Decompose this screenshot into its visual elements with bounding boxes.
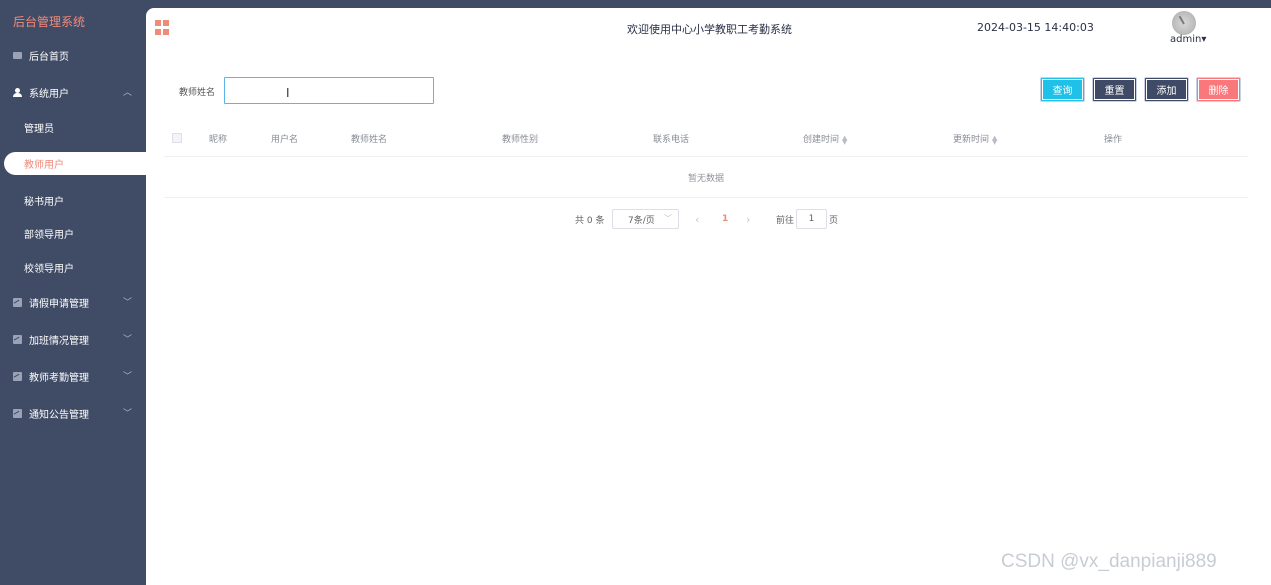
chevron-up-icon: ︿ <box>122 88 132 98</box>
query-button[interactable]: 查询 <box>1040 77 1085 102</box>
user-menu[interactable]: admin▾ <box>1170 34 1206 45</box>
delete-button[interactable]: 删除 <box>1196 77 1241 102</box>
reset-button[interactable]: 重置 <box>1092 77 1137 102</box>
chevron-down-icon: ﹀ <box>122 298 132 308</box>
goto-page-input[interactable] <box>796 209 827 229</box>
column-header: 昵称 <box>209 135 228 145</box>
sidebar-subitem-label: 部领导用户 <box>24 229 74 241</box>
sort-icon[interactable]: ▲ ▼ <box>842 134 847 145</box>
chart-icon <box>13 408 22 418</box>
chart-icon <box>13 371 22 381</box>
prev-page-icon[interactable]: ‹ <box>695 209 699 229</box>
chart-icon <box>13 297 22 307</box>
welcome-text: 欢迎使用中心小学教职工考勤系统 <box>627 23 792 36</box>
sidebar-item-label: 后台首页 <box>29 51 69 63</box>
chevron-down-icon: ﹀ <box>122 409 132 419</box>
sidebar-item-label: 系统用户 <box>29 88 69 100</box>
sidebar: 后台管理系统 后台首页 系统用户 ︿ 管理员 教师用户 秘书用户 部领导用户 校… <box>0 0 146 585</box>
pagination-total: 共 0 条 <box>575 215 605 226</box>
sidebar-subitem-label: 校领导用户 <box>24 263 74 275</box>
column-header-label: 更新时间 <box>953 135 990 145</box>
sidebar-item-attendance[interactable]: 教师考勤管理 ﹀ <box>0 365 146 387</box>
page-size-value: 7条/页 <box>628 215 655 226</box>
search-label: 教师姓名 <box>179 88 216 98</box>
column-header: 教师姓名 <box>351 135 388 145</box>
table-header: 昵称 用户名 教师姓名 教师性别 联系电话 创建时间 ▲ ▼ 更新时间 ▲ ▼ 操作 <box>164 121 1248 157</box>
sort-icon[interactable]: ▲ ▼ <box>992 134 997 145</box>
sidebar-subitem-dept-leader[interactable]: 部领导用户 <box>0 222 146 244</box>
page-number-current[interactable]: 1 <box>722 209 728 229</box>
sidebar-subitem-school-leader[interactable]: 校领导用户 <box>0 256 146 278</box>
username: admin <box>1170 34 1202 45</box>
column-header-sortable[interactable]: 创建时间 ▲ ▼ <box>803 132 847 145</box>
teacher-name-input[interactable] <box>224 77 434 104</box>
sidebar-subitem-label: 教师用户 <box>24 160 64 171</box>
sidebar-item-notice[interactable]: 通知公告管理 ﹀ <box>0 402 146 424</box>
page-size-select[interactable]: 7条/页 ﹀ <box>612 209 679 229</box>
user-icon <box>13 87 22 97</box>
goto-label: 前往 <box>776 215 795 226</box>
column-header: 教师性别 <box>502 135 539 145</box>
datetime: 2024-03-15 14:40:03 <box>977 21 1094 34</box>
column-header-label: 创建时间 <box>803 135 840 145</box>
column-header: 操作 <box>1104 135 1123 145</box>
sidebar-item-label: 教师考勤管理 <box>29 372 89 384</box>
sidebar-item-label: 请假申请管理 <box>29 298 89 310</box>
sidebar-item-overtime[interactable]: 加班情况管理 ﹀ <box>0 328 146 350</box>
next-page-icon[interactable]: › <box>746 209 750 229</box>
monitor-icon <box>13 51 22 59</box>
menu-grid-icon[interactable] <box>155 20 170 35</box>
chevron-down-icon: ﹀ <box>664 214 672 223</box>
select-all-checkbox[interactable] <box>172 133 182 143</box>
column-header: 用户名 <box>271 135 299 145</box>
add-button[interactable]: 添加 <box>1144 77 1189 102</box>
caret-down-icon: ▾ <box>1201 34 1207 45</box>
sidebar-item-label: 通知公告管理 <box>29 409 89 421</box>
text-cursor-icon: Ι <box>286 86 290 100</box>
page-unit-label: 页 <box>829 215 839 226</box>
sidebar-subitem-secretary[interactable]: 秘书用户 <box>0 189 146 211</box>
chart-icon <box>13 334 22 344</box>
column-header-sortable[interactable]: 更新时间 ▲ ▼ <box>953 132 997 145</box>
watermark: CSDN @vx_danpianji889 <box>1001 551 1217 572</box>
brand-title: 后台管理系统 <box>13 15 86 29</box>
sidebar-subitem-label: 管理员 <box>24 123 54 135</box>
empty-table-message: 暂无数据 <box>164 158 1248 198</box>
avatar[interactable] <box>1172 11 1196 35</box>
chevron-down-icon: ﹀ <box>122 372 132 382</box>
sidebar-item-label: 加班情况管理 <box>29 335 89 347</box>
main-panel: 欢迎使用中心小学教职工考勤系统 2024-03-15 14:40:03 admi… <box>146 8 1271 585</box>
sidebar-subitem-admin[interactable]: 管理员 <box>0 116 146 138</box>
sidebar-subitem-label: 秘书用户 <box>24 196 64 208</box>
sidebar-subitem-teacher[interactable]: 教师用户 <box>4 152 146 175</box>
sidebar-item-leave[interactable]: 请假申请管理 ﹀ <box>0 291 146 313</box>
chevron-down-icon: ﹀ <box>122 335 132 345</box>
sidebar-item-system-users[interactable]: 系统用户 ︿ <box>0 81 146 103</box>
sidebar-item-home[interactable]: 后台首页 <box>0 44 146 66</box>
column-header: 联系电话 <box>653 135 690 145</box>
